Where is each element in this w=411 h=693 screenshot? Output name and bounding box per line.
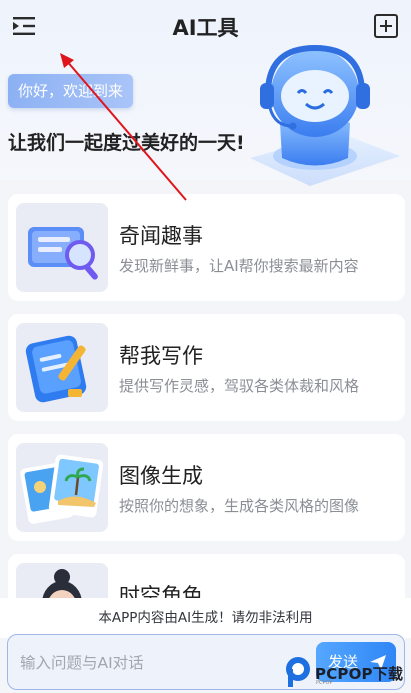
- card-icon-box: [16, 323, 108, 412]
- watermark-subtext: PCPOP: [316, 680, 333, 686]
- pcpop-logo-icon: [286, 657, 310, 687]
- notebook-pen-icon: [25, 335, 87, 403]
- card-description: 提供写作灵感，驾驭各类体裁和风格: [119, 377, 360, 395]
- card-icon-box: [16, 203, 108, 292]
- ai-content-notice: 本APP内容由AI生成！请勿非法利用: [0, 598, 411, 638]
- greeting-line: 让我们一起度过美好的一天!: [8, 132, 245, 154]
- card-title: 帮我写作: [119, 344, 203, 368]
- card-description: 发现新鲜事，让AI帮你搜索最新内容: [119, 257, 359, 275]
- question-input[interactable]: 输入问题与AI对话: [20, 651, 144, 673]
- feature-card-news[interactable]: 奇闻趣事 发现新鲜事，让AI帮你搜索最新内容: [8, 194, 405, 301]
- card-title: 图像生成: [119, 464, 203, 488]
- card-title: 奇闻趣事: [119, 224, 203, 248]
- new-chat-button[interactable]: [374, 14, 398, 38]
- pcpop-watermark: PCPOP下载 PCPOP: [283, 655, 411, 691]
- photo-icon: [20, 454, 104, 524]
- feature-card-image[interactable]: 图像生成 按照你的想象，生成各类风格的图像: [8, 434, 405, 541]
- card-icon-box: [16, 443, 108, 532]
- card-description: 按照你的想象，生成各类风格的图像: [119, 497, 360, 515]
- greeting-bubble: 你好，欢迎到来: [8, 74, 134, 108]
- feature-card-writing[interactable]: 帮我写作 提供写作灵感，驾驭各类体裁和风格: [8, 314, 405, 421]
- robot-mascot-icon: [250, 44, 400, 186]
- search-document-icon: [28, 227, 98, 280]
